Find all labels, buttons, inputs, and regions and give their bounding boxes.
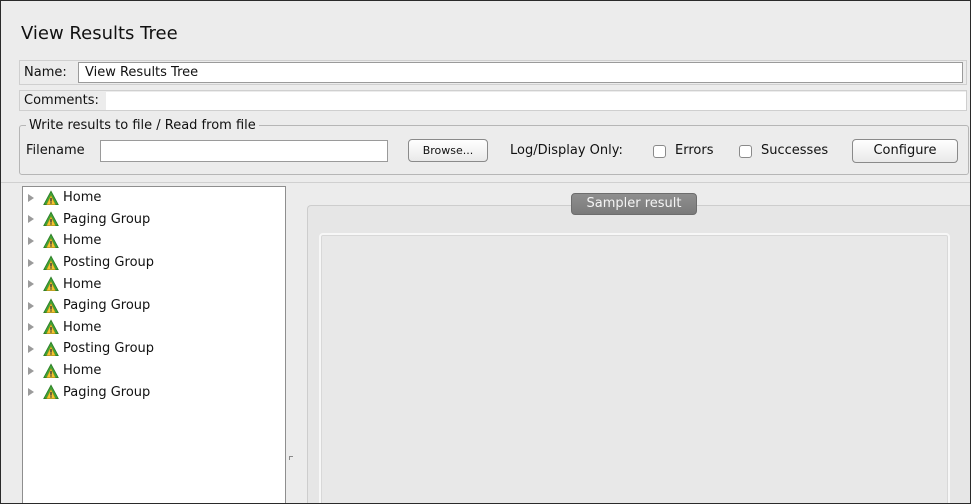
tree-item[interactable]: Posting Group <box>23 252 285 274</box>
results-tree[interactable]: Home Paging Group Home Posting Group Home Pag… <box>22 186 286 503</box>
success-warning-triangle-icon <box>43 276 59 292</box>
tree-item-label: Paging Group <box>63 298 151 314</box>
expand-arrow-icon[interactable] <box>28 301 34 310</box>
expand-arrow-icon[interactable] <box>28 193 34 202</box>
tree-item[interactable]: Home <box>23 360 285 382</box>
expand-arrow-icon[interactable] <box>28 344 34 353</box>
success-warning-triangle-icon <box>43 254 59 270</box>
section-divider <box>1 182 970 183</box>
success-warning-triangle-icon <box>43 319 59 335</box>
expand-arrow-icon[interactable] <box>28 388 34 397</box>
write-read-file-group: Write results to file / Read from file F… <box>19 118 969 175</box>
splitter-handle[interactable] <box>289 456 293 460</box>
expand-arrow-icon[interactable] <box>28 280 34 289</box>
success-warning-triangle-icon <box>43 233 59 248</box>
tree-item[interactable]: Home <box>23 230 285 252</box>
tree-item-label: Home <box>63 276 102 292</box>
comments-row: Comments: <box>19 90 967 111</box>
expand-arrow-icon[interactable] <box>28 236 34 245</box>
filename-label: Filename <box>26 143 85 158</box>
expand-arrow-icon[interactable] <box>28 215 34 224</box>
tree-item-label: Posting Group <box>63 255 155 271</box>
success-warning-triangle-icon <box>43 362 59 378</box>
tree-item[interactable]: Paging Group <box>23 381 285 403</box>
log-display-only-label: Log/Display Only: <box>510 143 623 158</box>
tree-item-label: Home <box>63 233 102 249</box>
file-group-legend: Write results to file / Read from file <box>29 118 256 133</box>
filename-input[interactable] <box>100 140 388 162</box>
success-warning-triangle-icon <box>43 211 59 227</box>
successes-checkbox[interactable] <box>739 145 752 158</box>
tree-item-label: Home <box>63 190 102 206</box>
expand-arrow-icon[interactable] <box>28 258 34 267</box>
tree-item[interactable]: Home <box>23 187 285 209</box>
tree-items: Home Paging Group Home Posting Group Home Pag… <box>23 187 285 403</box>
comments-label: Comments: <box>24 93 99 108</box>
tree-item-label: Paging Group <box>63 384 151 400</box>
errors-checkbox[interactable] <box>653 145 666 158</box>
tree-item[interactable]: Home <box>23 273 285 295</box>
comments-input[interactable] <box>106 92 966 110</box>
panel-title: View Results Tree <box>21 23 178 44</box>
browse-button[interactable]: Browse... <box>408 139 488 162</box>
success-warning-triangle-icon <box>43 190 59 205</box>
expand-arrow-icon[interactable] <box>28 366 34 375</box>
configure-button[interactable]: Configure <box>852 139 958 163</box>
expand-arrow-icon[interactable] <box>28 323 34 332</box>
name-row: Name: <box>19 60 967 85</box>
tree-item-label: Home <box>63 363 102 379</box>
name-label: Name: <box>24 65 67 80</box>
tree-item[interactable]: Home <box>23 317 285 339</box>
tree-item[interactable]: Paging Group <box>23 295 285 317</box>
successes-label: Successes <box>761 143 829 158</box>
tree-item[interactable]: Posting Group <box>23 338 285 360</box>
sampler-result-tab[interactable]: Sampler result <box>571 193 697 215</box>
success-warning-triangle-icon <box>43 384 59 400</box>
success-warning-triangle-icon <box>43 298 59 313</box>
view-results-tree-panel: View Results Tree Name: Comments: Write … <box>0 0 971 504</box>
sampler-result-content <box>319 233 950 503</box>
tree-item[interactable]: Paging Group <box>23 209 285 231</box>
name-input[interactable] <box>78 62 963 83</box>
tree-item-label: Posting Group <box>63 341 155 357</box>
tree-item-label: Home <box>63 319 102 335</box>
success-warning-triangle-icon <box>43 341 59 356</box>
tree-item-label: Paging Group <box>63 211 151 227</box>
errors-label: Errors <box>675 143 714 158</box>
